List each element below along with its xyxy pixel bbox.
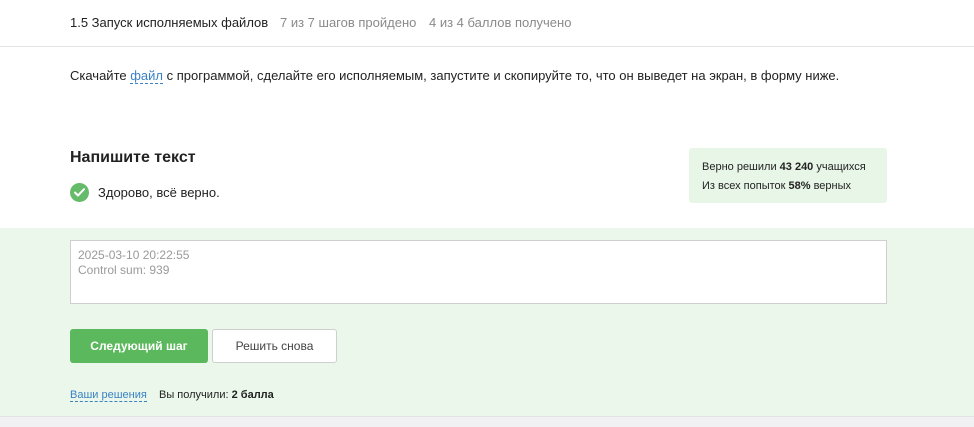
points-earned: Вы получили: 2 балла xyxy=(159,389,274,401)
answer-line: Control sum: 939 xyxy=(78,263,170,277)
next-step-button[interactable]: Следующий шаг xyxy=(70,329,208,363)
solved-count: 43 240 xyxy=(779,161,814,173)
stats-panel: Верно решили 43 240 учащихся Из всех поп… xyxy=(689,148,887,203)
solved-stat: Верно решили 43 240 учащихся xyxy=(702,158,887,177)
answer-textarea[interactable]: 2025-03-10 20:22:55 Control sum: 939 xyxy=(70,240,887,304)
answer-line: 2025-03-10 20:22:55 xyxy=(78,248,190,262)
attempts-stat: Из всех попыток 58% верных xyxy=(702,177,887,196)
retry-button[interactable]: Решить снова xyxy=(212,329,337,363)
instruction-text-before: Скачайте xyxy=(70,68,131,83)
attempts-suffix: верных xyxy=(810,180,852,192)
points-value: 2 балла xyxy=(231,389,274,401)
result-status: Здорово, всё верно. xyxy=(70,183,220,202)
steps-progress: 7 из 7 шагов пройдено xyxy=(280,15,417,30)
score-progress: 4 из 4 баллов получено xyxy=(429,15,572,30)
my-solutions-link[interactable]: Ваши решения xyxy=(70,389,147,402)
task-header: Напишите текст xyxy=(70,149,196,166)
lesson-title[interactable]: 1.5 Запуск исполняемых файлов xyxy=(70,15,268,30)
points-prefix: Вы получили: xyxy=(159,389,232,401)
check-circle-icon xyxy=(70,183,89,202)
lesson-header: 1.5 Запуск исполняемых файлов 7 из 7 шаг… xyxy=(0,0,974,47)
solved-prefix: Верно решили xyxy=(702,161,780,173)
task-instructions: Скачайте файл с программой, сделайте его… xyxy=(70,68,840,84)
solved-suffix: учащихся xyxy=(813,161,866,173)
result-message: Здорово, всё верно. xyxy=(98,185,220,200)
download-file-link[interactable]: файл xyxy=(130,68,164,84)
attempts-percent: 58% xyxy=(788,180,811,192)
instruction-text-after: с программой, сделайте его исполняемым, … xyxy=(163,68,840,83)
attempts-prefix: Из всех попыток xyxy=(702,180,789,192)
bottom-divider xyxy=(0,416,974,427)
